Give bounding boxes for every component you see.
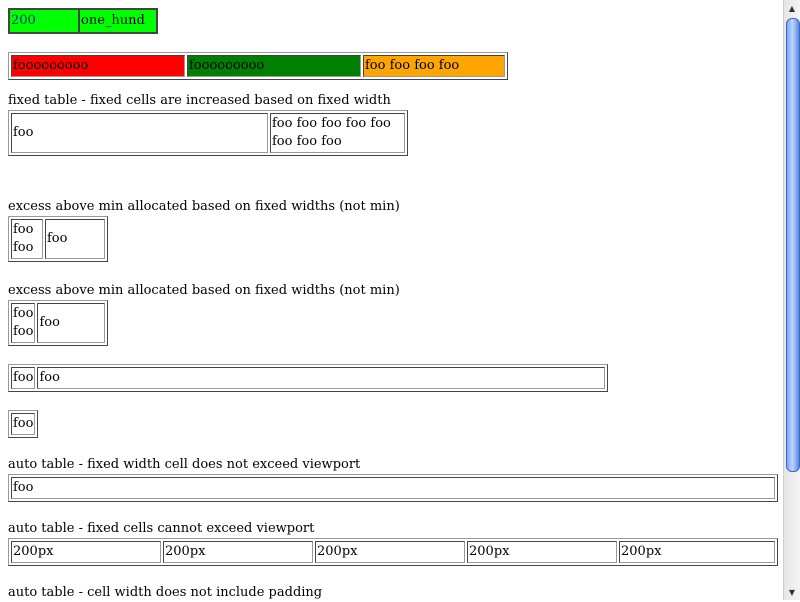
table-cell: 200px bbox=[467, 541, 617, 563]
section-caption: excess above min allocated based on fixe… bbox=[8, 199, 400, 214]
table-cell: foo foo bbox=[11, 303, 36, 343]
table-cell: 200px bbox=[11, 541, 161, 563]
table-excess-min-1: foo foo foo bbox=[8, 216, 108, 262]
table-cell-orange: foo foo foo foo bbox=[363, 55, 505, 77]
table-cell: 200px bbox=[163, 541, 313, 563]
table-cell: foo bbox=[37, 367, 605, 389]
table-auto-fixed-cells-viewport: 200px 200px 200px 200px 200px bbox=[8, 538, 778, 566]
table-cell: foo bbox=[11, 477, 775, 499]
table-cell-green: fooooooooo bbox=[187, 55, 361, 77]
section-caption: auto table - fixed cells cannot exceed v… bbox=[8, 521, 315, 536]
scroll-down-icon[interactable]: ▼ bbox=[784, 584, 800, 600]
section-caption: auto table - fixed width cell does not e… bbox=[8, 457, 361, 472]
table-single-foo: foo bbox=[8, 410, 39, 438]
table-cell: foo foo bbox=[11, 219, 43, 259]
scroll-up-icon[interactable]: ▲ bbox=[784, 0, 800, 16]
scrollbar-thumb[interactable] bbox=[786, 18, 800, 472]
table-cell-red: fooooooooo bbox=[11, 55, 185, 77]
table-auto-fixed-width-viewport: foo bbox=[8, 474, 778, 502]
table-cell: foo bbox=[11, 367, 36, 389]
vertical-scrollbar[interactable]: ▲ ▼ bbox=[783, 0, 800, 600]
table-cell: foo bbox=[11, 413, 36, 435]
table-colored-cells: fooooooooo fooooooooo foo foo foo foo bbox=[8, 52, 508, 80]
section-caption: excess above min allocated based on fixe… bbox=[8, 283, 400, 298]
table-cell: foo foo foo foo foo foo foo foo bbox=[270, 113, 405, 153]
table-cell: foo bbox=[37, 303, 105, 343]
table-fixed-cells-increased: foo foo foo foo foo foo foo foo foo bbox=[8, 110, 408, 156]
table-cell: 200px bbox=[315, 541, 465, 563]
table-200-one-hund: 200 one_hund bbox=[8, 8, 158, 34]
table-foo-foo-wide: foo foo bbox=[8, 364, 608, 392]
section-caption: auto table - cell width does not include… bbox=[8, 585, 323, 600]
table-cell: 200px bbox=[619, 541, 775, 563]
test-page-content: 200 one_hund fooooooooo fooooooooo foo f… bbox=[8, 8, 778, 602]
table-cell: 200 bbox=[9, 9, 79, 33]
table-cell: foo bbox=[11, 113, 268, 153]
table-excess-min-2: foo foo foo bbox=[8, 300, 108, 346]
section-caption: fixed table - fixed cells are increased … bbox=[8, 93, 391, 108]
table-cell: foo bbox=[45, 219, 105, 259]
table-cell: one_hund bbox=[79, 9, 157, 33]
